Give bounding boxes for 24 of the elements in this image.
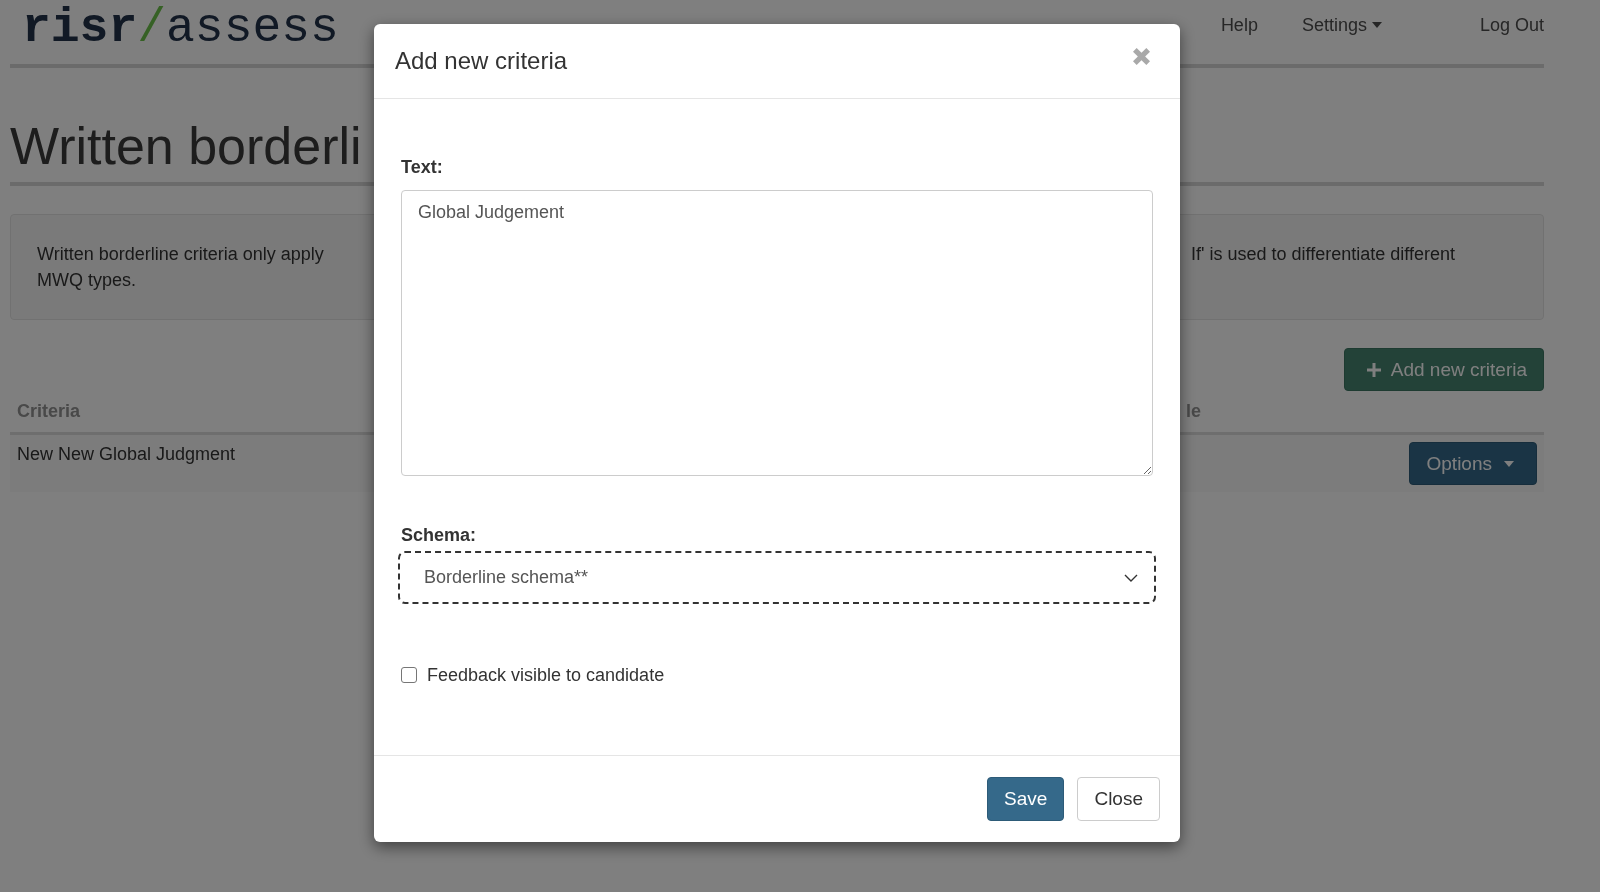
nav-dropdown[interactable]: Settings [1301, 14, 1382, 36]
checkbox-label: Feedback visible to candidate [427, 664, 665, 686]
logout-link[interactable]: Log Out [1479, 0, 1544, 36]
schema-select[interactable]: Borderline schema** [401, 554, 1153, 601]
close-button[interactable]: Close [1077, 777, 1160, 821]
caret-icon [1504, 460, 1514, 467]
chevron-down-icon [1124, 573, 1138, 582]
table-cell-text: New New Global Judgment [17, 443, 236, 465]
options-button[interactable]: Options [1408, 442, 1537, 485]
close-icon[interactable] [1133, 47, 1150, 65]
checkbox[interactable] [401, 667, 417, 683]
add-criteria-button[interactable]: Add new criteria [1343, 348, 1544, 391]
save-button[interactable]: Save [987, 777, 1065, 821]
info-text: If' is used to differentiate different [1191, 243, 1455, 266]
plus-icon [1366, 362, 1381, 377]
nav-link[interactable]: Help [1220, 14, 1258, 36]
text-field[interactable]: Global Judgement [401, 190, 1153, 476]
modal-title: Add new criteria [395, 47, 568, 75]
field-label: Text: [401, 156, 443, 178]
field-label: Schema: [401, 524, 477, 546]
logo[interactable]: risr/assess [22, 4, 339, 52]
caret-icon [1371, 22, 1382, 28]
info-text: MWQ types. [37, 269, 136, 292]
info-text: Written borderline criteria only apply [37, 243, 324, 266]
